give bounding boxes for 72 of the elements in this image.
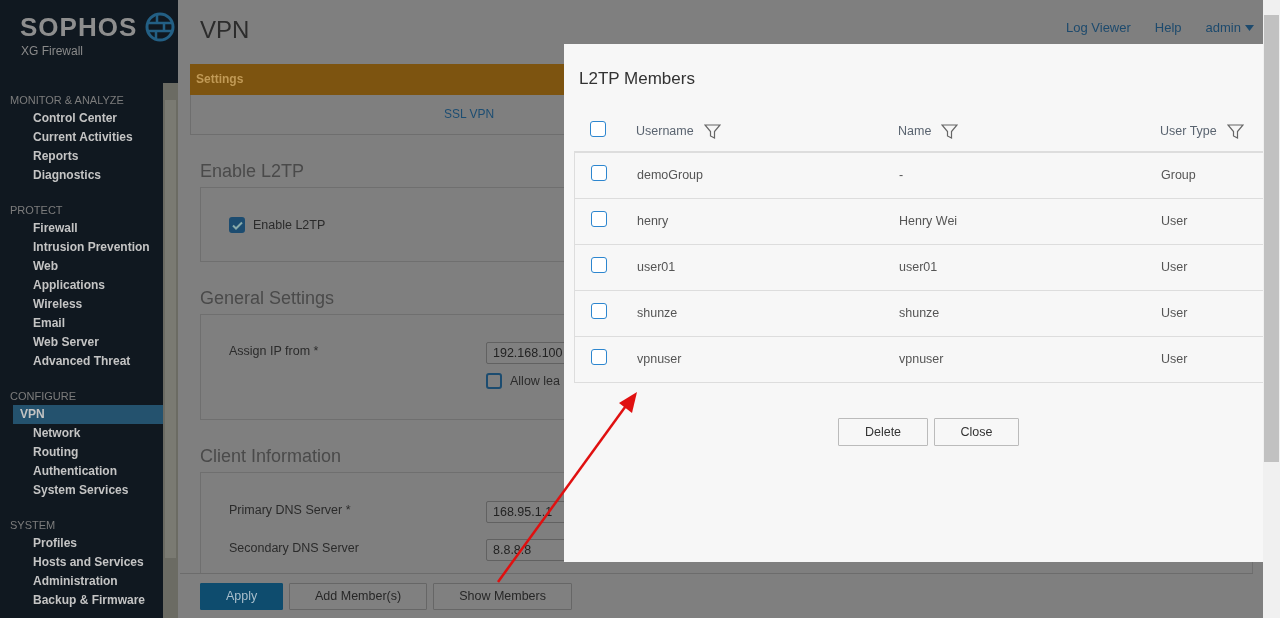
checkbox[interactable] xyxy=(591,348,607,365)
section-heading: SYSTEM xyxy=(9,518,57,533)
checkbox[interactable] xyxy=(591,164,607,181)
table-cell: user01 xyxy=(637,260,676,275)
sidebar-item[interactable]: Routing xyxy=(13,443,163,462)
checkbox[interactable] xyxy=(590,120,606,137)
sidebar-item[interactable]: Control Center xyxy=(13,109,163,128)
column-header[interactable]: User Type xyxy=(1160,122,1217,141)
field-label: Secondary DNS Server xyxy=(229,539,360,557)
sidebar-item[interactable]: Current Activities xyxy=(13,128,163,147)
sidebar-item[interactable]: Diagnostics xyxy=(13,166,163,185)
sidebar-item[interactable]: Web Server xyxy=(13,333,163,352)
sidebar-item[interactable]: Web xyxy=(13,257,163,276)
table-cell: shunze xyxy=(637,306,678,321)
sidebar-item[interactable]: Profiles xyxy=(13,534,163,553)
column-header[interactable]: Username xyxy=(636,122,694,141)
table-cell: User xyxy=(1161,352,1188,367)
section-heading: MONITOR & ANALYZE xyxy=(9,93,125,108)
dialog-button[interactable]: Close xyxy=(934,418,1019,446)
filter-icon[interactable] xyxy=(1226,124,1244,139)
table-cell: vpnuser xyxy=(899,352,944,367)
dialog-title: L2TP Members xyxy=(578,68,696,90)
checkbox[interactable] xyxy=(591,210,607,227)
table-cell: Group xyxy=(1161,168,1196,183)
table-cell: Henry Wei xyxy=(899,214,958,229)
checkbox[interactable] xyxy=(591,256,607,273)
table-cell: shunze xyxy=(899,306,940,321)
field-label: Primary DNS Server * xyxy=(229,501,352,519)
table-cell: - xyxy=(899,168,904,183)
table-cell: user01 xyxy=(899,260,938,275)
sidebar-item[interactable]: Administration xyxy=(13,572,163,591)
field-label: Assign IP from * xyxy=(229,342,320,360)
sidebar-item[interactable]: Network xyxy=(13,424,163,443)
sidebar-item[interactable]: Wireless xyxy=(13,295,163,314)
sidebar-item[interactable]: Reports xyxy=(13,147,163,166)
sidebar-item[interactable]: Firewall xyxy=(13,219,163,238)
sidebar-item[interactable]: Advanced Threat xyxy=(13,352,163,371)
scrollbar[interactable] xyxy=(163,83,178,618)
footer-button[interactable]: Add Member(s) xyxy=(289,583,428,610)
sidebar-item[interactable]: Hosts and Services xyxy=(13,553,163,572)
table-cell: User xyxy=(1161,306,1188,321)
footer-button[interactable]: Show Members xyxy=(433,583,572,610)
filter-icon[interactable] xyxy=(703,124,721,139)
sidebar-item[interactable]: Backup & Firmware xyxy=(13,591,163,610)
checkbox[interactable] xyxy=(229,217,245,234)
column-header[interactable]: Name xyxy=(898,122,932,141)
table-cell: User xyxy=(1161,214,1188,229)
page-title: VPN xyxy=(200,15,250,45)
section-heading: CONFIGURE xyxy=(9,389,77,404)
apply-button[interactable]: Apply xyxy=(200,583,283,610)
scrollbar[interactable] xyxy=(1263,0,1280,618)
sidebar-item[interactable]: Authentication xyxy=(13,462,163,481)
table-cell: User xyxy=(1161,260,1188,275)
checkbox-label: Allow lea xyxy=(510,372,561,390)
caret-icon xyxy=(1245,24,1254,31)
brand-name: SOPHOS xyxy=(20,14,138,40)
table-cell: demoGroup xyxy=(637,168,703,183)
checkbox[interactable] xyxy=(591,302,607,319)
filter-icon[interactable] xyxy=(941,124,959,139)
checkbox[interactable] xyxy=(486,373,502,390)
table-cell: henry xyxy=(637,214,669,229)
checkbox-label: Enable L2TP xyxy=(253,217,327,234)
table-cell: vpnuser xyxy=(637,352,682,367)
sidebar-item[interactable]: System Services xyxy=(13,481,163,500)
sidebar-item[interactable]: Intrusion Prevention xyxy=(13,238,163,257)
sidebar-item[interactable]: Applications xyxy=(13,276,163,295)
section-heading: PROTECT xyxy=(9,203,64,218)
product-name: XG Firewall xyxy=(20,43,84,60)
dialog-button[interactable]: Delete xyxy=(838,418,928,446)
sidebar-item[interactable]: VPN xyxy=(13,405,163,424)
globe-icon xyxy=(145,12,176,42)
sidebar-item[interactable]: Email xyxy=(13,314,163,333)
